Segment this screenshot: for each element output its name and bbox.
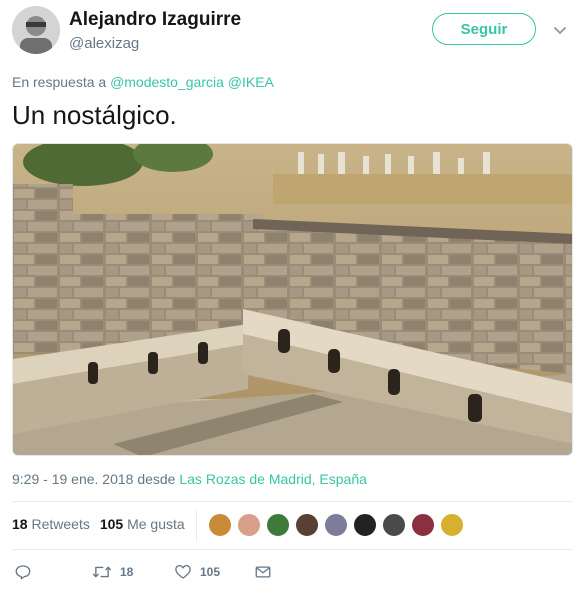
tweet-location-link[interactable]: Las Rozas de Madrid, España — [179, 471, 367, 487]
retweet-count: 18 — [120, 565, 134, 579]
retweets-label: Retweets — [31, 516, 90, 532]
tweet-photo[interactable] — [12, 143, 573, 456]
reply-prefix: En respuesta a — [12, 74, 107, 90]
liker-avatar[interactable] — [237, 513, 261, 537]
reply-icon — [15, 565, 31, 580]
mention-link[interactable]: @IKEA — [228, 74, 274, 90]
likes-label: Me gusta — [127, 516, 185, 532]
author-display-name[interactable]: Alejandro Izaguirre — [69, 9, 241, 31]
author-handle[interactable]: @alexizag — [69, 35, 139, 52]
likes-count: 105 — [99, 516, 124, 532]
mention-link[interactable]: @modesto_garcia — [110, 74, 224, 90]
divider — [12, 501, 573, 502]
stats-separator — [196, 510, 197, 542]
avatar[interactable] — [12, 6, 60, 54]
like-button[interactable]: 105 — [174, 563, 220, 581]
tweet-text: Un nostálgico. — [12, 100, 177, 130]
follow-button[interactable]: Seguir — [432, 13, 536, 45]
likes-stat[interactable]: 105 Me gusta — [100, 516, 185, 532]
heart-icon — [175, 564, 191, 579]
like-count: 105 — [200, 565, 221, 579]
liker-avatar[interactable] — [411, 513, 435, 537]
direct-message-button[interactable] — [254, 563, 272, 581]
liker-avatar[interactable] — [208, 513, 232, 537]
retweets-stat[interactable]: 18 Retweets — [12, 516, 90, 532]
chevron-down-icon[interactable] — [552, 22, 568, 38]
liker-avatar[interactable] — [295, 513, 319, 537]
retweet-icon — [92, 566, 112, 578]
divider — [12, 549, 573, 550]
reply-context: En respuesta a @modesto_garcia @IKEA — [12, 74, 274, 90]
tweet-timestamp: 9:29 - 19 ene. 2018 desde Las Rozas de M… — [12, 471, 367, 487]
retweet-button[interactable]: 18 — [92, 563, 133, 581]
tweet-stats: 18 Retweets 105 Me gusta — [12, 516, 185, 532]
retweets-count: 18 — [12, 516, 28, 532]
liker-avatar[interactable] — [266, 513, 290, 537]
reply-button[interactable] — [14, 563, 32, 581]
tweet-time-date[interactable]: 9:29 - 19 ene. 2018 desde — [12, 471, 175, 487]
envelope-icon — [255, 566, 271, 578]
liker-avatar[interactable] — [440, 513, 464, 537]
liker-avatar[interactable] — [353, 513, 377, 537]
liker-avatar[interactable] — [324, 513, 348, 537]
liker-avatar[interactable] — [382, 513, 406, 537]
